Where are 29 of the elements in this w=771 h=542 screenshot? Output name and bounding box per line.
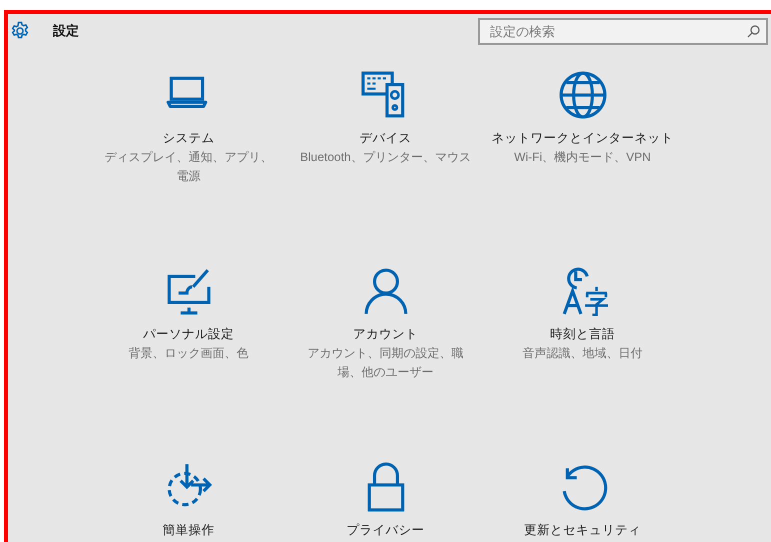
tile-title: パーソナル設定 [143, 326, 234, 342]
globe-icon [558, 70, 608, 120]
tile-title: 更新とセキュリティ [524, 522, 641, 538]
tile-description: Bluetooth、プリンター、マウス [299, 149, 472, 166]
settings-tile[interactable]: 簡単操作 [90, 462, 287, 542]
tile-description: ディスプレイ、通知、アプリ、電源 [104, 149, 274, 185]
settings-tile[interactable]: 更新とセキュリティ [484, 462, 681, 542]
settings-tile[interactable]: プライバシー [287, 462, 484, 542]
settings-tile[interactable]: デバイス Bluetooth、プリンター、マウス [287, 70, 484, 266]
settings-tile[interactable]: 時刻と言語 音声認識、地域、日付 [484, 266, 681, 462]
search-field[interactable]: 設定の検索 [478, 18, 768, 44]
settings-tile[interactable]: パーソナル設定 背景、ロック画面、色 [90, 266, 287, 462]
search-icon [747, 24, 760, 38]
settings-tile[interactable]: システム ディスプレイ、通知、アプリ、電源 [90, 70, 287, 266]
settings-icon [10, 21, 30, 41]
tile-title: ネットワークとインターネット [492, 130, 674, 146]
tile-title: アカウント [353, 326, 418, 342]
tile-title: プライバシー [346, 522, 424, 538]
tile-description: 音声認識、地域、日付 [522, 345, 644, 362]
tile-title: デバイス [360, 130, 412, 146]
tile-title: 簡単操作 [162, 522, 214, 538]
tile-title: システム [162, 130, 214, 146]
settings-tile[interactable]: アカウント アカウント、同期の設定、職場、他のユーザー [287, 266, 484, 462]
tile-description: 背景、ロック画面、色 [128, 345, 250, 362]
tile-title: 時刻と言語 [550, 326, 615, 342]
window-title: 設定 [53, 22, 79, 40]
tile-description: アカウント、同期の設定、職場、他のユーザー [306, 345, 464, 381]
settings-tile[interactable]: ネットワークとインターネット Wi-Fi、機内モード、VPN [484, 70, 681, 266]
tile-description: Wi-Fi、機内モード、VPN [513, 149, 652, 166]
